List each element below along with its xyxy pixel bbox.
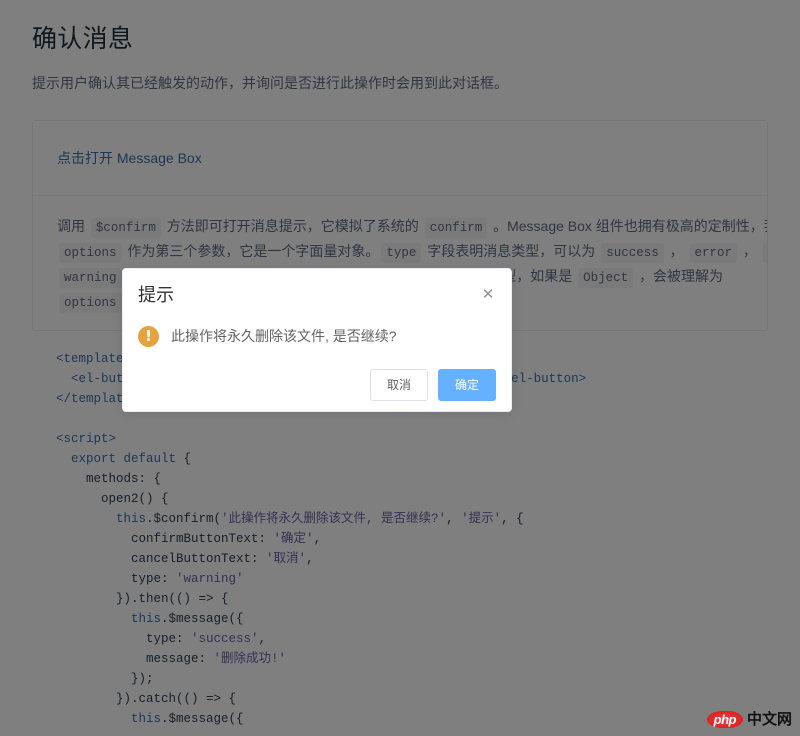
- cancel-button[interactable]: 取消: [369, 369, 428, 401]
- message-box-title: 提示: [138, 285, 174, 305]
- message-box-footer: 取消 确定: [138, 347, 496, 401]
- warning-icon: !: [138, 326, 159, 347]
- confirm-button[interactable]: 确定: [437, 369, 496, 401]
- page-root: 确认消息 提示用户确认其已经触发的动作，并询问是否进行此操作时会用到此对话框。 …: [0, 0, 800, 736]
- watermark-label: 中文网: [746, 711, 792, 728]
- message-box-content: ! 此操作将永久删除该文件, 是否继续?: [138, 308, 496, 347]
- close-icon[interactable]: ✕: [478, 284, 498, 304]
- php-logo-icon: php: [706, 711, 743, 728]
- watermark: php 中文网: [706, 711, 792, 728]
- message-box-message: 此操作将永久删除该文件, 是否继续?: [171, 328, 397, 344]
- message-box-header: 提示 ✕: [138, 284, 496, 308]
- message-box-dialog: 提示 ✕ ! 此操作将永久删除该文件, 是否继续? 取消 确定: [122, 268, 512, 412]
